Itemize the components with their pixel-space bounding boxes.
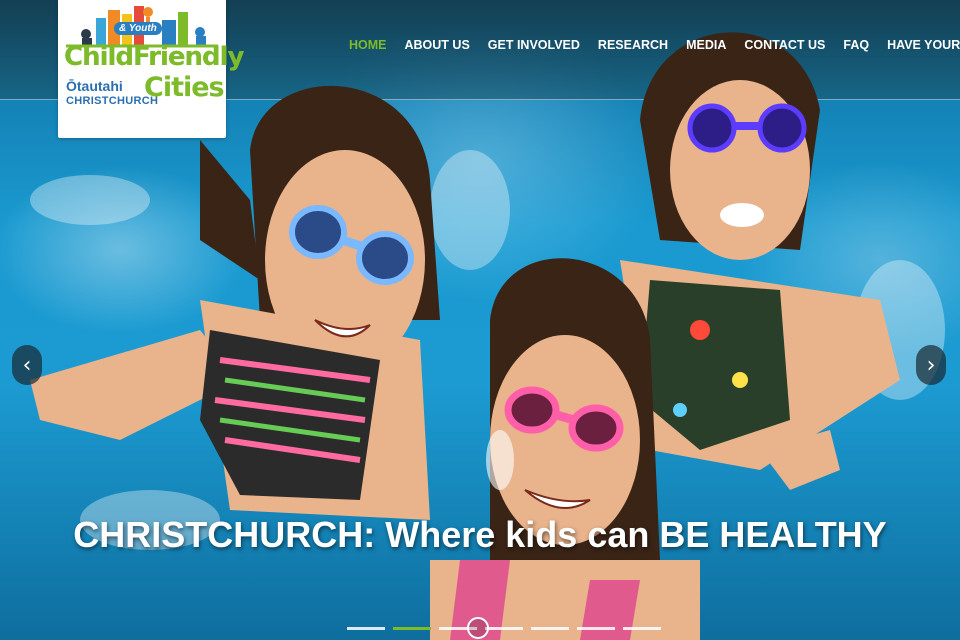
nav-have-your-say[interactable]: HAVE YOUR SAY [878,38,960,52]
slide-position-marker [467,617,489,639]
logo-brand-friendly: Friendly [133,42,244,72]
slide-indicator-2[interactable] [393,627,431,630]
nav-get-involved[interactable]: GET INVOLVED [479,38,589,52]
logo-tagline: & Youth [114,22,162,35]
chevron-left-icon: ‹ [22,352,32,378]
slide-indicators [347,627,661,630]
nav-about-us[interactable]: ABOUT US [396,38,479,52]
slide-caption: CHRISTCHURCH: Where kids can BE HEALTHY [73,514,887,555]
logo-brand-line1: ChildFriendly [64,42,244,72]
swimmer-right [620,32,900,470]
nav-home[interactable]: HOME [340,38,396,52]
main-nav: HOME ABOUT US GET INVOLVED RESEARCH MEDI… [340,38,960,52]
slide-indicator-1[interactable] [347,627,385,630]
slider-next-button[interactable]: › [916,345,946,385]
slide-indicator-7[interactable] [623,627,661,630]
chevron-right-icon: › [926,352,936,378]
site-logo[interactable]: & Youth ChildFriendly Cities Ōtautahi CH… [58,0,244,138]
nav-research[interactable]: RESEARCH [589,38,677,52]
nav-contact-us[interactable]: CONTACT US [735,38,834,52]
logo-place-english: CHRISTCHURCH [66,95,159,107]
slide-indicator-5[interactable] [531,627,569,630]
logo-place-maori: Ōtautahi [66,78,123,94]
nav-media[interactable]: MEDIA [677,38,735,52]
logo-brand-child: Child [64,42,134,72]
slider-prev-button[interactable]: ‹ [12,345,42,385]
slide-indicator-4[interactable] [485,627,523,630]
swimmer-left [30,85,440,520]
nav-faq[interactable]: FAQ [834,38,878,52]
slide-indicator-6[interactable] [577,627,615,630]
